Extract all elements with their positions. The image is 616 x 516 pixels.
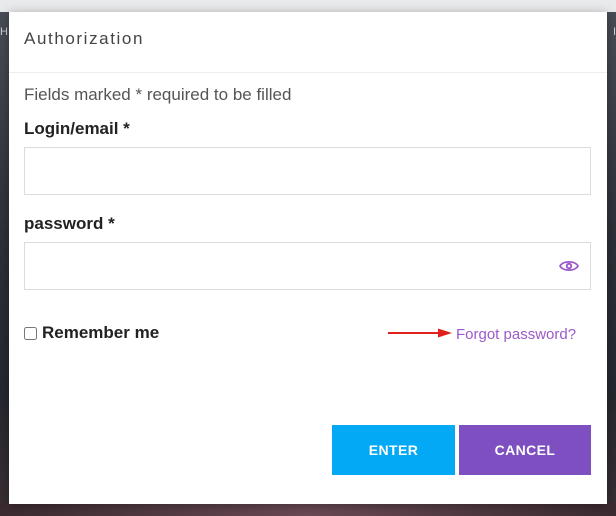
background-bottom-strip	[0, 502, 616, 516]
cancel-button[interactable]: CANCEL	[459, 425, 591, 475]
forgot-password-link[interactable]: Forgot password?	[456, 326, 576, 343]
password-label: password *	[24, 214, 115, 233]
password-input[interactable]	[24, 242, 591, 290]
remember-me-checkbox[interactable]	[24, 326, 37, 340]
required-fields-note: Fields marked * required to be filled	[24, 85, 292, 104]
modal-title: Authorization	[24, 29, 145, 48]
arrow-right-icon	[388, 328, 452, 338]
eye-icon[interactable]	[559, 259, 579, 273]
login-email-label: Login/email *	[24, 119, 130, 138]
authorization-modal: Authorization Fields marked * required t…	[9, 12, 607, 504]
remember-me-label: Remember me	[42, 323, 160, 342]
header-divider	[9, 72, 607, 73]
browser-top-strip	[0, 0, 616, 12]
login-email-input[interactable]	[24, 147, 591, 195]
enter-button[interactable]: ENTER	[332, 425, 455, 475]
background-page-text-left: H	[0, 26, 8, 38]
remember-me-control[interactable]: Remember me	[24, 323, 159, 343]
